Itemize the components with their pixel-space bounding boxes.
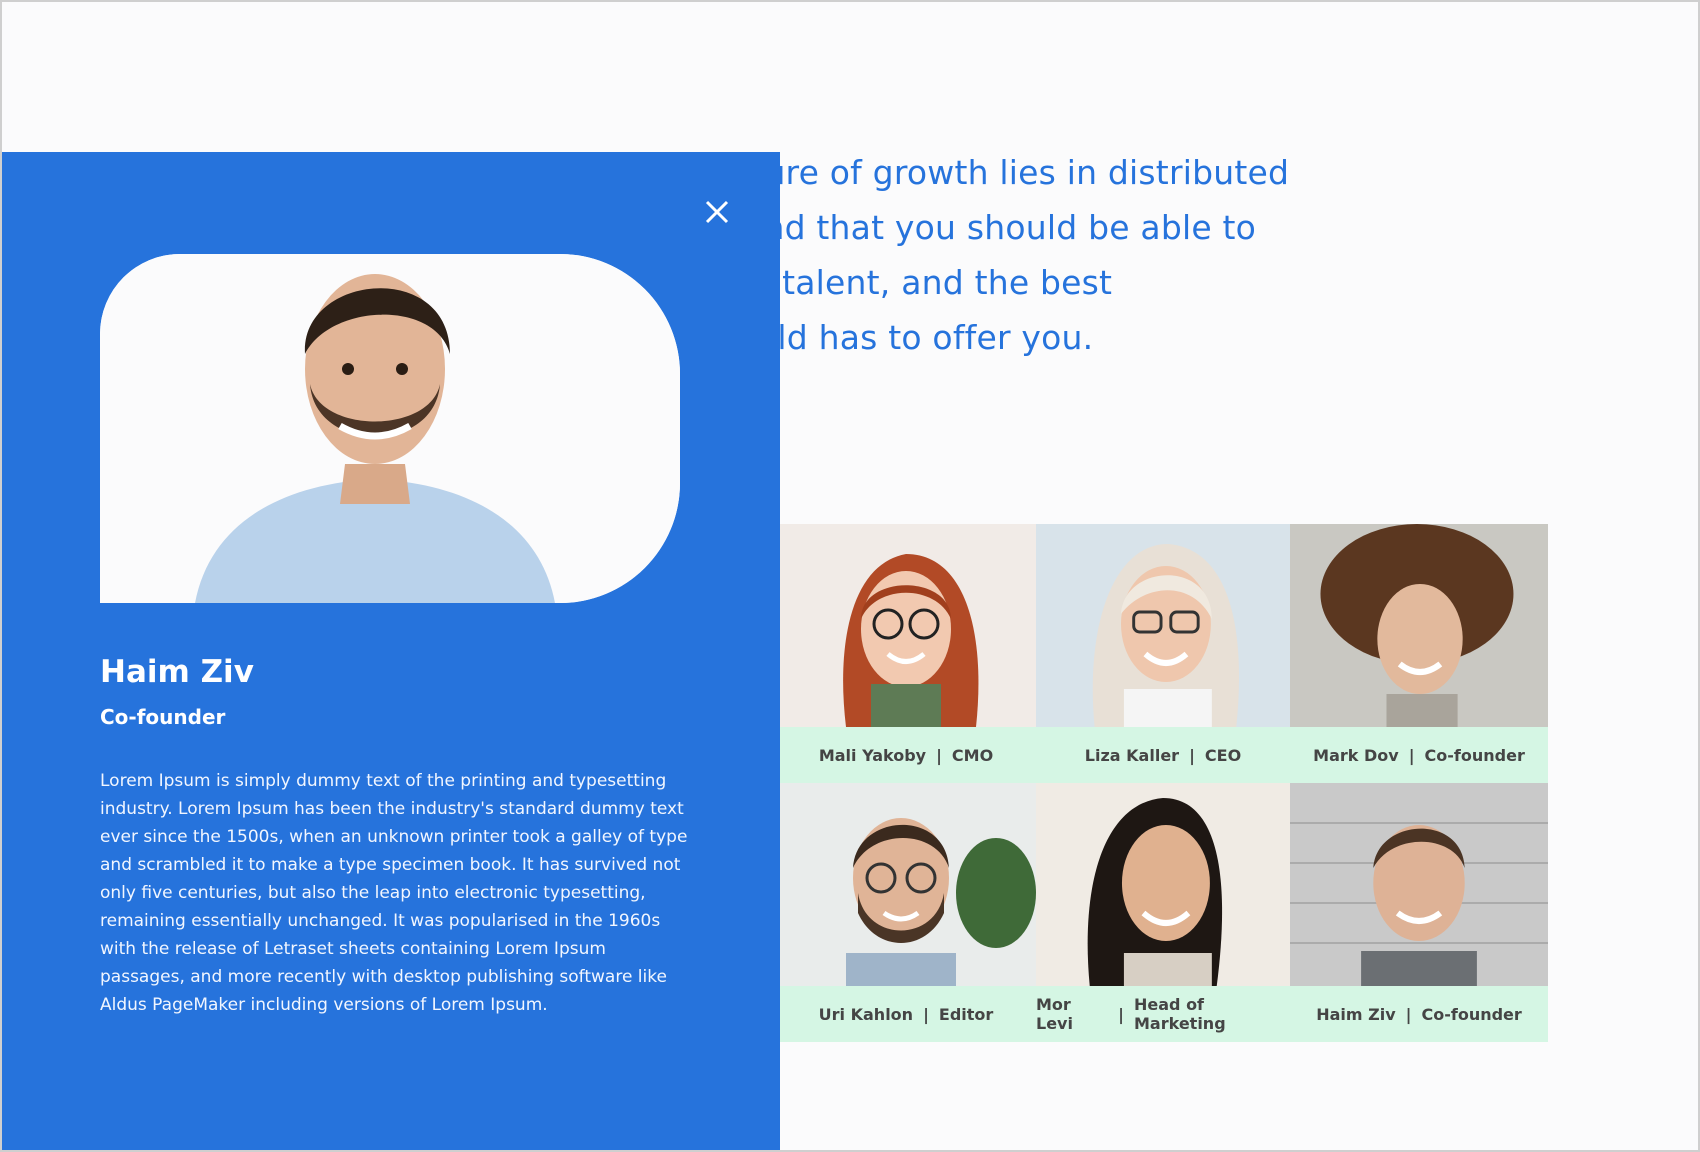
team-member-name: Haim Ziv — [1316, 1004, 1396, 1024]
close-icon — [705, 200, 729, 224]
team-member-name: Uri Kahlon — [818, 1004, 914, 1024]
profile-bio: Lorem Ipsum is simply dummy text of the … — [100, 771, 688, 1015]
profile-role: Co-founder — [100, 705, 226, 729]
team-photo — [1036, 783, 1290, 986]
team-caption: Uri Kahlon | Editor — [776, 986, 1036, 1042]
team-member-role: CMO — [951, 745, 994, 765]
caption-separator: | — [936, 745, 942, 765]
team-photo — [1036, 524, 1290, 727]
team-member-role: Co-founder — [1424, 745, 1525, 765]
team-photo — [1290, 783, 1548, 986]
team-member-name: Mor Levi — [1036, 995, 1073, 1033]
page: ve the future of growth lies in distribu… — [2, 2, 1698, 1150]
team-member-name: Mark Dov — [1313, 745, 1399, 765]
profile-photo — [100, 254, 680, 603]
team-caption: Mali Yakoby | CMO — [776, 727, 1036, 783]
team-caption: Mark Dov | Co-founder — [1290, 727, 1548, 783]
team-member-role: Co-founder — [1421, 1004, 1522, 1024]
team-member-role: Head of Marketing — [1134, 995, 1226, 1033]
team-caption: Mor Levi | Head of Marketing — [1036, 986, 1290, 1042]
profile-name: Haim Ziv — [100, 654, 254, 690]
close-button[interactable] — [702, 197, 732, 227]
caption-separator: | — [923, 1004, 929, 1024]
team-caption: Haim Ziv | Co-founder — [1290, 986, 1548, 1042]
team-photo — [776, 783, 1036, 986]
team-card-mali-yakoby[interactable]: Mali Yakoby | CMO — [776, 524, 1036, 783]
team-member-role: Editor — [938, 1004, 994, 1024]
caption-separator: | — [1189, 745, 1195, 765]
team-member-name: Mali Yakoby — [818, 745, 927, 765]
team-photo — [1290, 524, 1548, 727]
caption-separator: | — [1405, 1004, 1412, 1024]
team-card-mor-levi[interactable]: Mor Levi | Head of Marketing — [1036, 783, 1290, 1042]
caption-separator: | — [1408, 745, 1415, 765]
team-member-name: Liza Kaller — [1084, 745, 1180, 765]
team-card-haim-ziv[interactable]: Haim Ziv | Co-founder — [1290, 783, 1548, 1042]
profile-panel: Haim Ziv Co-founder Lorem Ipsum is simpl… — [2, 152, 780, 1150]
team-card-uri-kahlon[interactable]: Uri Kahlon | Editor — [776, 783, 1036, 1042]
team-photo — [776, 524, 1036, 727]
team-card-liza-kaller[interactable]: Liza Kaller | CEO — [1036, 524, 1290, 783]
team-card-mark-dov[interactable]: Mark Dov | Co-founder — [1290, 524, 1548, 783]
caption-separator: | — [1118, 1004, 1124, 1024]
team-caption: Liza Kaller | CEO — [1036, 727, 1290, 783]
team-member-role: CEO — [1204, 745, 1242, 765]
